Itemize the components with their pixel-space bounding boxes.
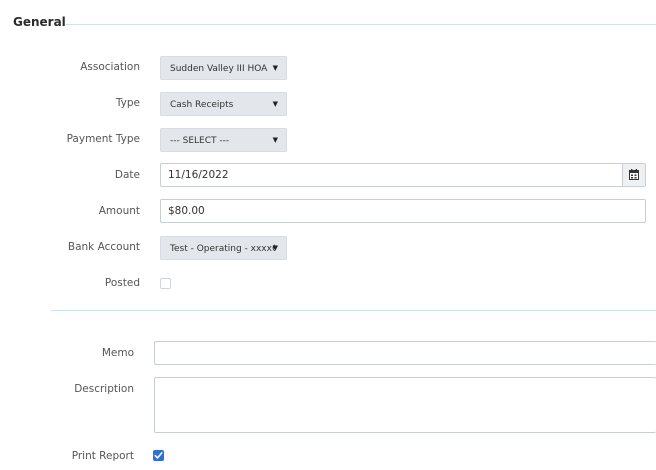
section-title: General [13,15,66,29]
amount-value: $80.00 [168,205,205,217]
caret-down-icon: ▼ [272,244,278,252]
caret-down-icon: ▼ [272,100,278,108]
association-label: Association [80,61,140,73]
payment-type-value: --- SELECT --- [170,136,230,146]
checkmark-icon [154,452,163,459]
posted-label: Posted [104,277,140,289]
description-textarea[interactable] [154,377,656,433]
payment-type-select[interactable]: --- SELECT --- ▼ [160,128,287,152]
association-value: Sudden Valley III HOA [170,64,268,74]
amount-field[interactable]: $80.00 [160,199,646,223]
section-header-general: General [13,15,656,33]
memo-field[interactable] [154,341,656,365]
date-value: 11/16/2022 [168,169,229,181]
calendar-icon [629,169,639,180]
calendar-button[interactable] [622,164,645,186]
bank-account-value: Test - Operating - xxxx67... [170,244,275,254]
section-divider [51,310,656,311]
bank-account-label: Bank Account [67,241,140,253]
date-label: Date [114,169,140,181]
print-report-label: Print Report [71,450,134,462]
print-report-checkbox[interactable] [153,450,164,461]
payment-type-label: Payment Type [66,133,140,145]
type-value: Cash Receipts [170,100,234,110]
date-field[interactable]: 11/16/2022 [160,163,646,187]
type-select[interactable]: Cash Receipts ▼ [160,92,287,116]
section-divider [66,24,656,25]
posted-checkbox[interactable] [160,278,171,289]
association-select[interactable]: Sudden Valley III HOA ▼ [160,56,287,80]
description-label: Description [74,383,134,395]
amount-label: Amount [98,205,140,217]
bank-account-select[interactable]: Test - Operating - xxxx67... ▼ [160,236,287,260]
caret-down-icon: ▼ [272,136,278,144]
caret-down-icon: ▼ [272,64,278,72]
type-label: Type [115,97,140,109]
memo-label: Memo [101,347,134,359]
